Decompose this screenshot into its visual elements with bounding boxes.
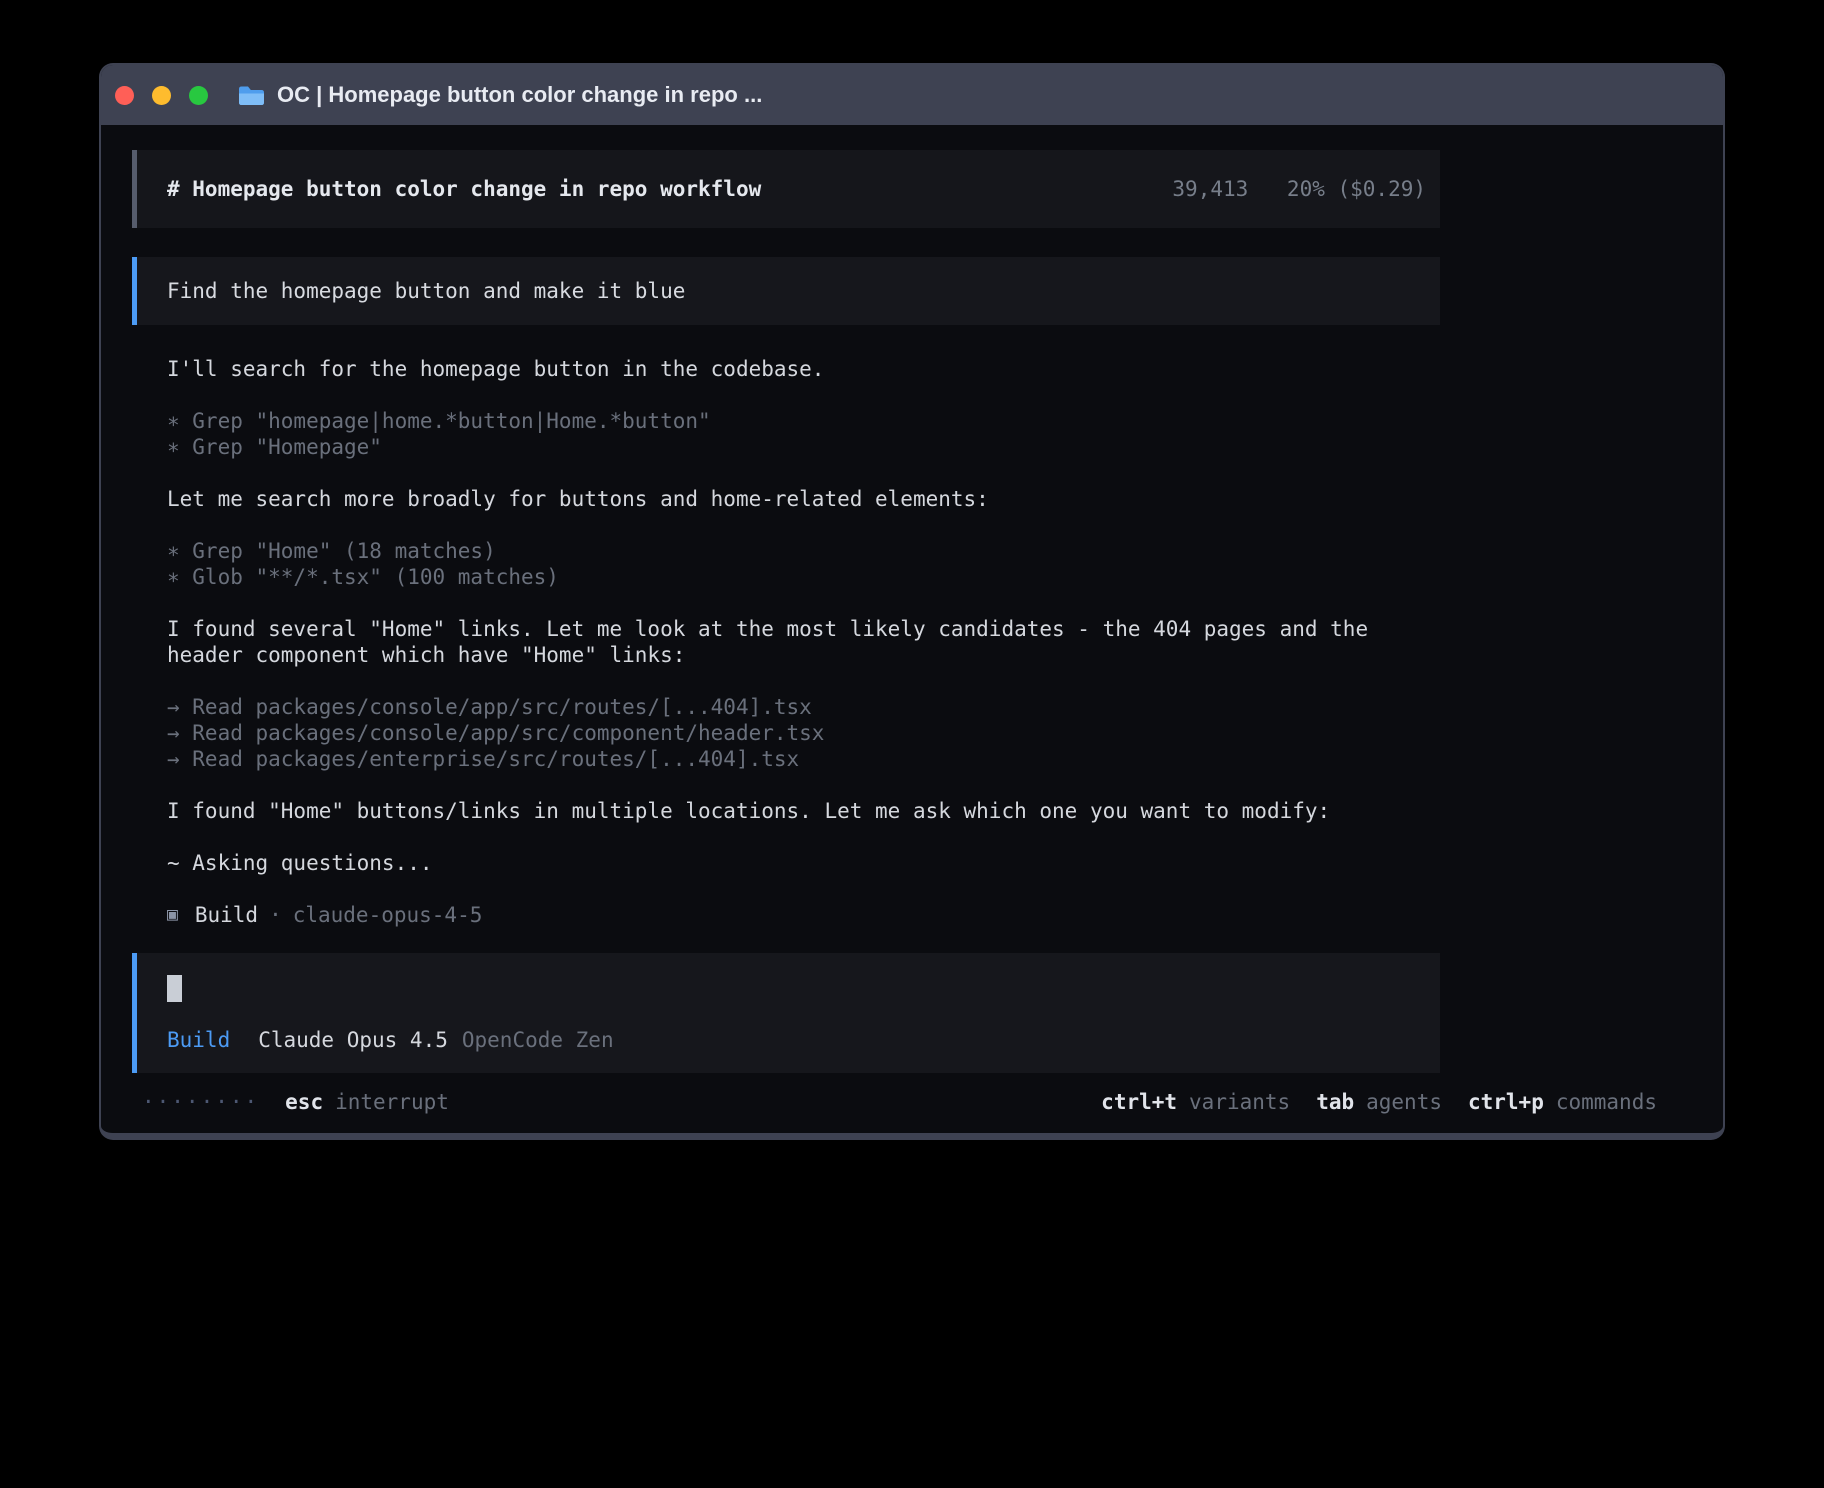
interrupt-label: interrupt [335,1089,449,1115]
prompt-input[interactable]: Build Claude Opus 4.5 OpenCode Zen [132,953,1440,1073]
hint-variants: ctrl+t variants [1101,1089,1290,1115]
tool-call-group: ∗ Grep "Home" (18 matches) ∗ Glob "**/*.… [167,538,1723,590]
hint-agents-label: agents [1366,1089,1442,1115]
context-usage: 20% ($0.29) [1287,177,1426,201]
agent-square-icon: ▣ [167,902,178,928]
text-cursor [167,975,182,1002]
agent-separator: · [269,902,282,928]
window-titlebar[interactable]: OC | Homepage button color change in rep… [101,65,1723,125]
assistant-paragraph: I found several "Home" links. Let me loo… [167,616,1440,668]
terminal-window: OC | Homepage button color change in rep… [99,63,1725,1140]
status-bar: ········ esc interrupt ctrl+t variants t… [142,1089,1657,1115]
agent-model: claude-opus-4-5 [293,902,483,928]
prompt-input-footer: Build Claude Opus 4.5 OpenCode Zen [167,1027,1410,1053]
session-stats: 39,413 20% ($0.29) [1172,176,1426,202]
tool-call-grep: ∗ Grep "homepage|home.*button|Home.*butt… [167,408,1723,434]
assistant-transcript: I'll search for the homepage button in t… [132,325,1723,928]
assistant-paragraph: I'll search for the homepage button in t… [167,356,1440,382]
titlebar-title-wrap: OC | Homepage button color change in rep… [238,82,762,108]
input-agent-mode: Build [167,1027,230,1053]
tool-call-read: → Read packages/console/app/src/routes/[… [167,694,1723,720]
user-message: Find the homepage button and make it blu… [132,257,1440,325]
tool-call-group: → Read packages/console/app/src/routes/[… [167,694,1723,772]
status-right: ctrl+t variants tab agents ctrl+p comman… [1101,1089,1657,1115]
hint-commands-key: ctrl+p [1468,1089,1544,1115]
zoom-button[interactable] [189,86,208,105]
hint-commands-label: commands [1556,1089,1657,1115]
terminal-content: # Homepage button color change in repo w… [101,125,1723,1115]
hint-commands: ctrl+p commands [1468,1089,1657,1115]
minimize-button[interactable] [152,86,171,105]
interrupt-key: esc [285,1089,323,1115]
hint-agents-key: tab [1316,1089,1354,1115]
folder-icon [238,85,265,106]
tool-call-group: ∗ Grep "homepage|home.*button|Home.*butt… [167,408,1723,460]
user-message-text: Find the homepage button and make it blu… [167,278,685,304]
hint-variants-key: ctrl+t [1101,1089,1177,1115]
input-provider-name: OpenCode Zen [462,1027,614,1053]
assistant-status-line: ~ Asking questions... [167,850,1440,876]
input-model-name: Claude Opus 4.5 [258,1027,448,1053]
tool-call-read: → Read packages/console/app/src/componen… [167,720,1723,746]
status-left: ········ esc interrupt [142,1089,449,1115]
session-header: # Homepage button color change in repo w… [132,150,1440,228]
window-title: OC | Homepage button color change in rep… [277,82,762,108]
tool-call-glob: ∗ Glob "**/*.tsx" (100 matches) [167,564,1723,590]
assistant-paragraph: I found "Home" buttons/links in multiple… [167,798,1440,824]
tool-call-grep: ∗ Grep "Homepage" [167,434,1723,460]
activity-dots: ········ [142,1089,259,1115]
agent-name: Build [195,902,258,928]
token-count: 39,413 [1172,177,1248,201]
session-title: # Homepage button color change in repo w… [167,176,761,202]
tool-call-grep: ∗ Grep "Home" (18 matches) [167,538,1723,564]
assistant-paragraph: Let me search more broadly for buttons a… [167,486,1440,512]
hint-variants-label: variants [1189,1089,1290,1115]
hint-agents: tab agents [1316,1089,1442,1115]
agent-attribution-line: ▣ Build · claude-opus-4-5 [167,902,1723,928]
close-button[interactable] [115,86,134,105]
traffic-lights [115,86,208,105]
tool-call-read: → Read packages/enterprise/src/routes/[.… [167,746,1723,772]
